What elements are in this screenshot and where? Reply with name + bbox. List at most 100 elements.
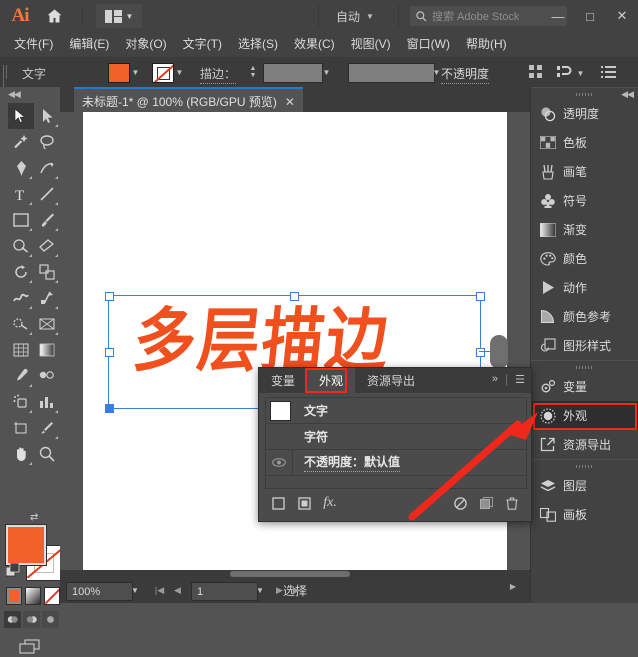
fill-color-swatch[interactable] [108, 63, 130, 83]
document-tab[interactable]: 未标题-1* @ 100% (RGB/GPU 预览) ✕ [74, 87, 303, 114]
transform-dropdown-icon[interactable]: ▼ [576, 64, 585, 82]
collapse-panel-icon[interactable]: ◀◀ [8, 89, 20, 100]
draw-behind-button[interactable] [23, 611, 40, 628]
align-icon[interactable] [528, 64, 545, 81]
lasso-tool[interactable] [34, 129, 60, 155]
pen-tool[interactable] [8, 155, 34, 181]
dock-item-appearance[interactable]: 外观 [531, 401, 638, 430]
dock-item-layers[interactable]: 图层 [531, 471, 638, 500]
default-fill-stroke-icon[interactable] [6, 563, 20, 577]
panel-options-icon[interactable] [600, 64, 617, 81]
status-expand-icon[interactable]: ▶ [510, 582, 516, 591]
next-artboard-icon[interactable]: ▶ [272, 582, 287, 599]
add-new-fill-icon[interactable] [291, 491, 317, 515]
width-tool[interactable] [8, 285, 34, 311]
slice-tool[interactable] [34, 415, 60, 441]
rotate-tool[interactable] [8, 259, 34, 285]
change-screen-mode-icon[interactable] [18, 637, 42, 657]
add-new-effect-icon[interactable]: fx. [317, 491, 343, 515]
zoom-dropdown-icon[interactable]: ▼ [128, 582, 142, 599]
symbol-sprayer-tool[interactable] [8, 389, 34, 415]
duplicate-item-icon[interactable] [473, 491, 499, 515]
previous-artboard-icon[interactable]: ◀ [170, 582, 185, 599]
dock-group-1-grip[interactable] [531, 90, 638, 99]
delete-item-icon[interactable] [499, 491, 525, 515]
opacity-dropdown-icon[interactable]: ▼ [432, 63, 441, 81]
menu-view[interactable]: 视图(V) [343, 32, 399, 57]
menu-effect[interactable]: 效果(C) [286, 32, 343, 57]
dock-item-asset-export[interactable]: 资源导出 [531, 430, 638, 459]
dock-item-brushes[interactable]: 画笔 [531, 157, 638, 186]
close-icon[interactable]: ✕ [285, 95, 295, 109]
appearance-row-type[interactable]: 文字 [266, 398, 526, 424]
clear-appearance-icon[interactable] [447, 491, 473, 515]
collapse-icon[interactable]: » [492, 373, 498, 385]
close-button[interactable]: ✕ [606, 0, 638, 32]
maximize-button[interactable]: □ [574, 0, 606, 32]
workspace-switcher[interactable]: 自动 ▼ [330, 4, 380, 28]
color-mode-button[interactable] [6, 587, 22, 605]
arrange-documents-icon[interactable]: ▼ [96, 4, 142, 28]
selection-tool[interactable] [8, 103, 34, 129]
artboard-dropdown-icon[interactable]: ▼ [253, 582, 267, 599]
visibility-eye-icon[interactable] [266, 450, 293, 474]
transform-widget-handle[interactable] [490, 335, 508, 369]
stroke-dropdown-icon[interactable]: ▼ [175, 63, 184, 81]
transform-icon[interactable] [556, 64, 573, 81]
eyedropper-tool[interactable] [8, 363, 34, 389]
selection-handle[interactable] [105, 348, 114, 357]
magic-wand-tool[interactable] [8, 129, 34, 155]
draw-inside-button[interactable] [42, 611, 59, 628]
line-segment-tool[interactable] [34, 181, 60, 207]
stroke-weight-label[interactable]: 描边： [200, 65, 236, 84]
opacity-input[interactable] [348, 63, 435, 83]
fill-dropdown-icon[interactable]: ▼ [131, 63, 140, 81]
shaper-tool[interactable] [8, 233, 34, 259]
dock-item-color[interactable]: 颜色 [531, 244, 638, 273]
dock-group-2-grip[interactable] [531, 363, 638, 372]
home-icon[interactable] [42, 5, 66, 27]
blend-tool[interactable] [34, 363, 60, 389]
stroke-weight-stepper[interactable]: ▲▼ [247, 63, 259, 81]
artboard-number-input[interactable]: 1 [191, 582, 258, 601]
tab-appearance[interactable]: 外观 [307, 368, 355, 393]
type-tool[interactable]: T [8, 181, 34, 207]
dock-item-swatches[interactable]: 色板 [531, 128, 638, 157]
selection-handle[interactable] [476, 348, 485, 357]
last-artboard-icon[interactable]: ▶| [290, 582, 305, 599]
dock-item-variables[interactable]: 变量 [531, 372, 638, 401]
zoom-tool[interactable] [34, 441, 60, 467]
menu-object[interactable]: 对象(O) [117, 32, 174, 57]
menu-file[interactable]: 文件(F) [6, 32, 61, 57]
scale-tool[interactable] [34, 259, 60, 285]
curvature-tool[interactable] [34, 155, 60, 181]
options-bar-grip[interactable] [3, 65, 10, 79]
none-mode-button[interactable] [44, 587, 60, 605]
dock-item-graphic-styles[interactable]: 图形样式 [531, 331, 638, 360]
menu-edit[interactable]: 编辑(E) [61, 32, 117, 57]
dock-item-actions[interactable]: 动作 [531, 273, 638, 302]
shape-builder-tool[interactable] [8, 311, 34, 337]
dock-item-artboards[interactable]: 画板 [531, 500, 638, 529]
draw-normal-button[interactable] [4, 611, 21, 628]
opacity-label[interactable]: 不透明度 [441, 65, 489, 84]
swap-fill-stroke-icon[interactable]: ⇄ [30, 512, 38, 523]
dock-item-symbols[interactable]: 符号 [531, 186, 638, 215]
menu-window[interactable]: 窗口(W) [399, 32, 458, 57]
column-graph-tool[interactable] [34, 389, 60, 415]
minimize-button[interactable]: — [542, 0, 574, 32]
stroke-color-swatch[interactable] [152, 63, 174, 83]
selection-handle[interactable] [105, 292, 114, 301]
dock-group-3-grip[interactable] [531, 462, 638, 471]
appearance-thumbnail[interactable] [270, 401, 291, 421]
stroke-weight-input[interactable] [263, 63, 323, 83]
stroke-profile-dropdown-icon[interactable]: ▼ [322, 63, 331, 81]
dock-item-transparency[interactable]: 透明度 [531, 99, 638, 128]
appearance-row-label[interactable]: 不透明度：默认值 [304, 453, 400, 472]
artboard-tool[interactable] [8, 415, 34, 441]
direct-selection-tool[interactable] [34, 103, 60, 129]
selection-handle[interactable] [105, 404, 114, 413]
menu-type[interactable]: 文字(T) [175, 32, 230, 57]
mesh-tool[interactable] [8, 337, 34, 363]
paintbrush-tool[interactable] [34, 207, 60, 233]
